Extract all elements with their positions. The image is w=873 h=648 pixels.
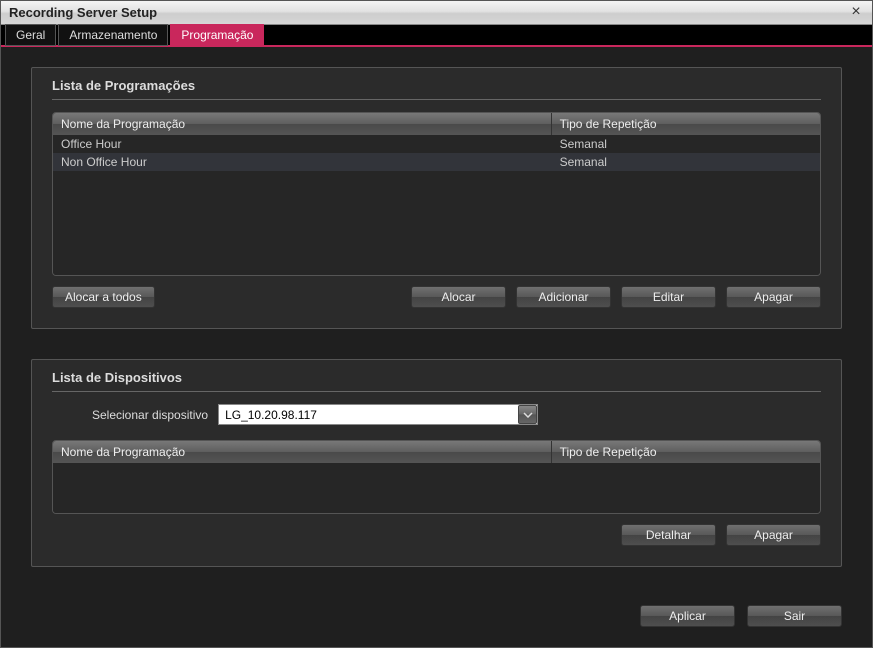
- edit-button[interactable]: Editar: [621, 286, 716, 308]
- device-select[interactable]: [218, 404, 538, 425]
- schedule-col-type: Tipo de Repetição: [552, 113, 820, 135]
- tab-schedule[interactable]: Programação: [170, 24, 264, 46]
- detail-button[interactable]: Detalhar: [621, 524, 716, 546]
- allocate-all-button[interactable]: Alocar a todos: [52, 286, 155, 308]
- recording-server-setup-window: Recording Server Setup × Geral Armazenam…: [0, 0, 873, 648]
- cell-type: Semanal: [552, 153, 820, 171]
- apply-button[interactable]: Aplicar: [640, 605, 735, 627]
- delete-button[interactable]: Apagar: [726, 286, 821, 308]
- schedule-list-title: Lista de Programações: [52, 78, 821, 100]
- schedule-list-panel: Lista de Programações Nome da Programaçã…: [31, 67, 842, 329]
- table-row[interactable]: Office Hour Semanal: [53, 135, 820, 153]
- device-table-header: Nome da Programação Tipo de Repetição: [53, 441, 820, 463]
- device-col-name: Nome da Programação: [53, 441, 552, 463]
- cell-type: Semanal: [552, 135, 820, 153]
- device-select-row: Selecionar dispositivo: [52, 404, 821, 425]
- device-buttons: Detalhar Apagar: [52, 524, 821, 546]
- device-select-label: Selecionar dispositivo: [92, 408, 208, 422]
- device-table-body: [53, 463, 820, 513]
- allocate-button[interactable]: Alocar: [411, 286, 506, 308]
- titlebar: Recording Server Setup ×: [1, 1, 872, 25]
- device-select-wrap: [218, 404, 538, 425]
- content-area: Lista de Programações Nome da Programaçã…: [1, 47, 872, 595]
- tabbar: Geral Armazenamento Programação: [1, 25, 872, 47]
- device-list-title: Lista de Dispositivos: [52, 370, 821, 392]
- delete-device-schedule-button[interactable]: Apagar: [726, 524, 821, 546]
- exit-button[interactable]: Sair: [747, 605, 842, 627]
- device-col-type: Tipo de Repetição: [552, 441, 820, 463]
- table-row[interactable]: Non Office Hour Semanal: [53, 153, 820, 171]
- tab-storage[interactable]: Armazenamento: [58, 24, 168, 46]
- schedule-table-header: Nome da Programação Tipo de Repetição: [53, 113, 820, 135]
- add-button[interactable]: Adicionar: [516, 286, 611, 308]
- device-schedule-table: Nome da Programação Tipo de Repetição: [52, 440, 821, 514]
- device-list-panel: Lista de Dispositivos Selecionar disposi…: [31, 359, 842, 567]
- cell-name: Office Hour: [53, 135, 552, 153]
- schedule-table: Nome da Programação Tipo de Repetição Of…: [52, 112, 821, 276]
- window-title: Recording Server Setup: [9, 5, 157, 20]
- close-icon[interactable]: ×: [848, 5, 864, 21]
- schedule-buttons: Alocar a todos Alocar Adicionar Editar A…: [52, 286, 821, 308]
- schedule-table-body: Office Hour Semanal Non Office Hour Sema…: [53, 135, 820, 275]
- tab-general[interactable]: Geral: [5, 24, 56, 46]
- footer-buttons: Aplicar Sair: [1, 595, 872, 647]
- cell-name: Non Office Hour: [53, 153, 552, 171]
- schedule-col-name: Nome da Programação: [53, 113, 552, 135]
